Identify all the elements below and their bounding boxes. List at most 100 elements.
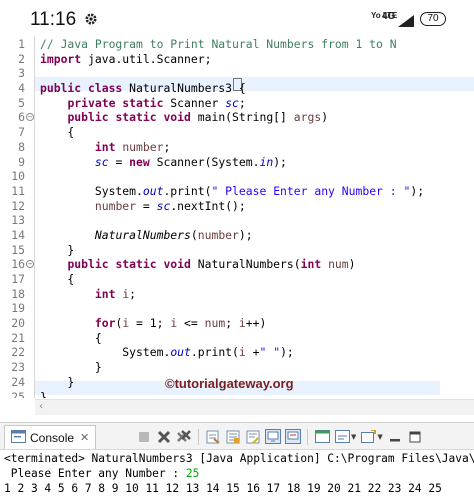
code-text: private static Scanner sc;	[67, 95, 246, 110]
code-lines[interactable]: 1 // Java Program to Print Natural Number…	[0, 37, 474, 398]
code-text: {	[40, 125, 75, 140]
code-line[interactable]: 3	[0, 66, 474, 81]
show-on-stderr-icon[interactable]	[285, 428, 301, 445]
status-bar: 11:16 Yo LTE 4G 70	[0, 0, 474, 36]
code-text: number = sc.nextInt();	[94, 198, 246, 213]
status-time: 11:16	[30, 9, 77, 30]
clear-console-icon[interactable]	[205, 428, 221, 445]
line-number: 7	[18, 125, 25, 140]
code-text: {	[40, 272, 75, 286]
terminate-icon[interactable]	[136, 428, 152, 445]
code-text: public class NaturalNumbers3 {	[40, 81, 246, 96]
line-number: 19	[11, 301, 25, 316]
remove-all-terminated-icon[interactable]	[176, 428, 192, 445]
line-number: 20	[11, 316, 25, 331]
chevron-down-icon[interactable]: ▼	[377, 433, 382, 441]
fold-toggle-icon[interactable]: −	[26, 113, 34, 122]
code-line[interactable]: 18 int i;	[0, 287, 474, 302]
code-text: System.out.print(i +" ");	[40, 345, 294, 360]
code-line[interactable]: 14 NaturalNumbers(number);	[0, 228, 474, 243]
line-number: 13	[11, 213, 25, 228]
code-line[interactable]: 9 sc = new Scanner(System.in);	[0, 155, 474, 170]
line-number: 3	[18, 66, 25, 81]
code-text: }	[40, 374, 75, 389]
line-number: 5	[18, 95, 25, 110]
tab-console[interactable]: Console ✕	[4, 425, 97, 449]
battery-icon: 70	[420, 12, 446, 26]
line-number: 25	[11, 389, 25, 399]
code-line[interactable]: 12 number = sc.nextInt();	[0, 199, 474, 214]
code-editor[interactable]: 1 // Java Program to Print Natural Number…	[0, 36, 474, 398]
code-text: // Java Program to Print Natural Numbers…	[40, 37, 397, 51]
code-text: int i;	[94, 286, 137, 301]
line-number: 21	[11, 330, 25, 345]
chevron-down-icon[interactable]: ▼	[351, 433, 356, 441]
code-line[interactable]: 11 System.out.print(" Please Enter any N…	[0, 184, 474, 199]
show-on-stdout-icon[interactable]	[265, 428, 281, 445]
open-console-icon[interactable]	[360, 428, 376, 445]
watermark: ©tutorialgateway.org	[165, 376, 294, 391]
code-text: sc = new Scanner(System.in);	[94, 154, 287, 169]
code-text: for(i = 1; i <= num; i++)	[94, 316, 267, 331]
toolbar-separator	[307, 428, 308, 445]
scroll-left-icon[interactable]: ‹	[39, 401, 43, 412]
line-number: 10	[11, 169, 25, 184]
maximize-icon[interactable]	[407, 428, 423, 445]
code-line[interactable]: 15 }	[0, 243, 474, 258]
code-line[interactable]: 20 for(i = 1; i <= num; i++)	[0, 316, 474, 331]
code-text: }	[40, 242, 75, 257]
line-number: 17	[11, 272, 25, 286]
minimize-icon[interactable]	[387, 428, 403, 445]
code-line[interactable]: 21 {	[0, 331, 474, 346]
display-console-icon[interactable]	[334, 428, 350, 445]
console-icon	[11, 428, 26, 447]
horizontal-scrollbar[interactable]: ‹	[35, 399, 474, 415]
gear-icon	[84, 11, 98, 30]
code-line[interactable]: 19	[0, 301, 474, 316]
console-output[interactable]: <terminated> NaturalNumbers3 [Java Appli…	[0, 451, 474, 504]
code-line[interactable]: 1 // Java Program to Print Natural Number…	[0, 37, 474, 52]
pin-console-icon[interactable]	[314, 428, 330, 445]
line-number: 24	[11, 374, 25, 389]
console-panel-header: Console ✕ ▼ ▼	[0, 422, 474, 450]
code-line[interactable]: 16− public static void NaturalNumbers(in…	[0, 257, 474, 272]
remove-launch-icon[interactable]	[156, 428, 172, 445]
console-tab-label: Console	[30, 430, 75, 445]
line-number: 15	[11, 242, 25, 257]
line-number: 4	[18, 81, 25, 96]
code-text: }	[40, 389, 47, 399]
signal-bars-icon	[398, 12, 414, 31]
console-result-line: 1 2 3 4 5 6 7 8 9 10 11 12 13 14 15 16 1…	[4, 482, 442, 495]
fold-toggle-icon[interactable]: −	[26, 260, 34, 269]
code-line[interactable]: 10	[0, 169, 474, 184]
line-number: 12	[11, 198, 25, 213]
code-text: NaturalNumbers(number);	[94, 227, 253, 242]
console-toolbar: ▼ ▼	[136, 428, 423, 445]
code-line[interactable]: 8 int number;	[0, 140, 474, 155]
code-line[interactable]: 6− public static void main(String[] args…	[0, 110, 474, 125]
console-terminated-line: <terminated> NaturalNumbers3 [Java Appli…	[4, 452, 474, 465]
code-text: public static void NaturalNumbers(int nu…	[67, 257, 356, 272]
code-text: }	[40, 360, 102, 375]
line-number: 23	[11, 360, 25, 375]
console-user-input: 25	[185, 467, 200, 480]
code-line[interactable]: 2 import java.util.Scanner;	[0, 52, 474, 67]
line-number: 8	[18, 139, 25, 154]
word-wrap-icon[interactable]	[245, 428, 261, 445]
code-text: System.out.print(" Please Enter any Numb…	[40, 183, 425, 198]
network-type: 4G	[382, 11, 396, 22]
toolbar-separator	[198, 428, 199, 445]
code-line[interactable]: 23 }	[0, 360, 474, 375]
code-line[interactable]: 13	[0, 213, 474, 228]
code-line[interactable]: 17 {	[0, 272, 474, 287]
scroll-lock-icon[interactable]	[225, 428, 241, 445]
code-line[interactable]: 4 public class NaturalNumbers3 {	[0, 81, 474, 96]
close-icon[interactable]: ✕	[80, 431, 89, 444]
code-text: public static void main(String[] args)	[67, 110, 329, 125]
code-text: import java.util.Scanner;	[40, 51, 212, 66]
console-prompt-line: Please Enter any Number : 25	[0, 466, 474, 481]
code-line[interactable]: 5 private static Scanner sc;	[0, 96, 474, 111]
code-line[interactable]: 7 {	[0, 125, 474, 140]
code-line[interactable]: 22 System.out.print(i +" ");	[0, 345, 474, 360]
line-number: 18	[11, 286, 25, 301]
